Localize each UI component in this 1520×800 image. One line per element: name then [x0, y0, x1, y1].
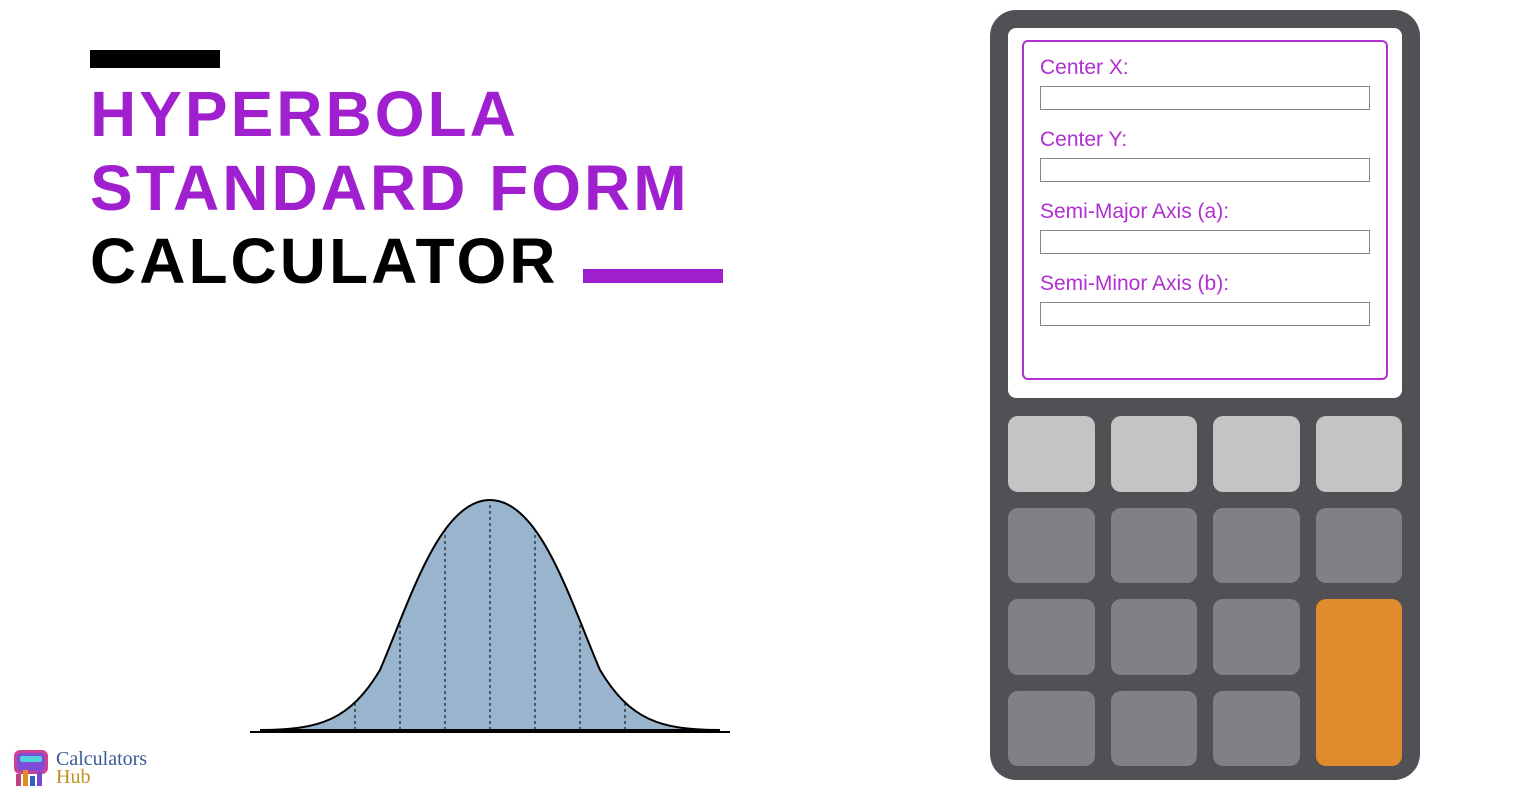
label-center-y: Center Y: — [1040, 128, 1370, 152]
bell-curve-illustration — [240, 470, 740, 750]
title-section: HYPERBOLA STANDARD FORM CALCULATOR — [90, 50, 870, 299]
calc-key[interactable] — [1213, 416, 1300, 492]
calculator-screen: Center X: Center Y: Semi-Major Axis (a):… — [1008, 28, 1402, 398]
calc-key[interactable] — [1316, 508, 1403, 584]
logo-text-line-2: Hub — [56, 768, 147, 786]
title-line-2: STANDARD FORM — [90, 152, 870, 226]
calc-key[interactable] — [1008, 599, 1095, 675]
field-semi-minor: Semi-Minor Axis (b): — [1040, 272, 1370, 326]
decorative-bar-top — [90, 50, 220, 68]
label-semi-major: Semi-Major Axis (a): — [1040, 200, 1370, 224]
logo-icon — [12, 748, 52, 788]
calc-key[interactable] — [1213, 508, 1300, 584]
calc-key[interactable] — [1316, 416, 1403, 492]
input-center-x[interactable] — [1040, 86, 1370, 110]
calculator-device: Center X: Center Y: Semi-Major Axis (a):… — [990, 10, 1420, 780]
calc-key[interactable] — [1008, 416, 1095, 492]
label-center-x: Center X: — [1040, 56, 1370, 80]
calc-key[interactable] — [1213, 691, 1300, 767]
title-line-3: CALCULATOR — [90, 225, 558, 299]
decorative-bar-bottom — [583, 269, 723, 283]
calc-key[interactable] — [1111, 691, 1198, 767]
calc-key[interactable] — [1008, 508, 1095, 584]
input-center-y[interactable] — [1040, 158, 1370, 182]
input-semi-major[interactable] — [1040, 230, 1370, 254]
calc-key[interactable] — [1111, 508, 1198, 584]
title-line-1: HYPERBOLA — [90, 78, 870, 152]
brand-logo: Calculators Hub — [12, 748, 147, 788]
calc-key-equals[interactable] — [1316, 599, 1403, 766]
field-center-y: Center Y: — [1040, 128, 1370, 182]
label-semi-minor: Semi-Minor Axis (b): — [1040, 272, 1370, 296]
field-semi-major: Semi-Major Axis (a): — [1040, 200, 1370, 254]
calculator-form: Center X: Center Y: Semi-Major Axis (a):… — [1022, 40, 1388, 380]
field-center-x: Center X: — [1040, 56, 1370, 110]
calc-key[interactable] — [1111, 416, 1198, 492]
input-semi-minor[interactable] — [1040, 302, 1370, 326]
calc-key[interactable] — [1111, 599, 1198, 675]
calculator-keypad — [1008, 416, 1402, 766]
calc-key[interactable] — [1008, 691, 1095, 767]
calc-key[interactable] — [1213, 599, 1300, 675]
